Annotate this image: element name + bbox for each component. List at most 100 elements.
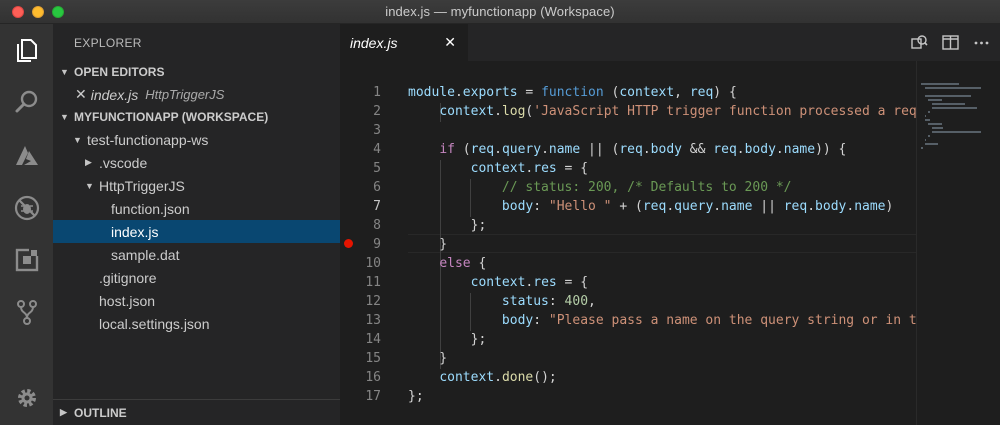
tree-item-label: host.json [99,292,156,309]
line-source: } [408,235,447,254]
open-editor-folder: HttpTriggerJS [145,87,225,102]
code-line[interactable]: 14 }; [340,330,916,349]
code-token: query [674,199,714,214]
workspace-section[interactable]: ▼ MYFUNCTIONAPP (WORKSPACE) [53,106,340,128]
code-line[interactable]: 5 context.res = { [340,159,916,178]
chevron-down-icon: ▼ [85,180,94,191]
code-token: ( [603,85,620,100]
minimap-line [924,95,972,97]
line-number: 17 [365,389,381,404]
code-token: context [619,85,675,100]
open-changes-icon[interactable] [911,34,928,51]
code-token: + ( [611,199,643,214]
code-token: } [408,237,448,252]
outline-section[interactable]: ▶ OUTLINE [53,399,340,425]
minimap-line [928,111,930,113]
line-number: 10 [365,256,381,271]
minimap-line [921,147,923,149]
code-token: req [783,199,808,214]
maximize-window-button[interactable] [52,6,64,18]
tree-item[interactable]: index.js [53,220,340,243]
line-number: 11 [365,275,381,290]
code-token: res [533,161,557,176]
code-line[interactable]: 10 else { [340,254,916,273]
tab-close-icon[interactable]: ✕ [444,34,456,51]
code-line[interactable]: 3 [340,121,916,140]
code-token: . [494,104,502,119]
code-token: = [517,85,542,100]
code-token: req [713,142,737,157]
code-token: 'JavaScript HTTP trigger function proces… [533,104,933,119]
tree-item-label: index.js [111,223,159,240]
more-actions-icon[interactable] [973,34,990,51]
chevron-down-icon: ▼ [60,112,69,122]
tree-item[interactable]: host.json [53,289,340,312]
line-number: 5 [373,161,381,176]
code-token: status [501,294,549,309]
line-source: // status: 200, /* Defaults to 200 */ [408,178,792,197]
code-line[interactable]: 11 context.res = { [340,273,916,292]
minimap-line [931,107,977,109]
close-icon[interactable]: ✕ [75,86,87,103]
chevron-right-icon: ▶ [60,407,67,417]
sidebar-title: EXPLORER [74,35,142,50]
code-line[interactable]: 7 body: "Hello " + (req.query.name || re… [340,197,916,216]
code-token: , [588,294,596,309]
line-number: 16 [365,370,381,385]
open-editors-section[interactable]: ▼ OPEN EDITORS [53,61,340,83]
code-token: }; [408,218,487,233]
code-line[interactable]: 6 // status: 200, /* Defaults to 200 */ [340,178,916,197]
line-source: module.exports = function (context, req)… [408,83,737,102]
code-token: }; [408,332,487,347]
code-token: context [439,370,495,385]
code-token: || ( [580,142,620,157]
tree-item[interactable]: function.json [53,197,340,220]
code-token: (); [533,370,557,385]
line-number: 4 [373,142,381,157]
code-line[interactable]: 4 if (req.query.name || (req.body && req… [340,140,916,159]
code-token: query [501,142,542,157]
gear-icon[interactable] [0,374,53,422]
debug-icon[interactable] [0,184,53,232]
minimap-line [928,99,942,101]
code-line[interactable]: 8 }; [340,216,916,235]
code-token: body [815,199,847,214]
code-line[interactable]: 16 context.done(); [340,368,916,387]
code-token: "Hello " [548,199,612,214]
code-token: function [541,85,604,100]
code-line[interactable]: 2 context.log('JavaScript HTTP trigger f… [340,102,932,121]
minimize-window-button[interactable] [32,6,44,18]
tree-item[interactable]: local.settings.json [53,312,340,335]
extensions-icon[interactable] [0,236,53,284]
code-line[interactable]: 1 module.exports = function (context, req… [340,83,916,102]
chevron-right-icon: ▶ [85,157,92,167]
open-editors-title: OPEN EDITORS [74,65,165,79]
search-icon[interactable] [0,78,53,126]
tab-index-js[interactable]: index.js ✕ [340,24,468,61]
azure-icon[interactable] [0,132,53,180]
code-token: req [470,142,495,157]
tree-item[interactable]: sample.dat [53,243,340,266]
code-line[interactable]: 17}; [340,387,916,406]
tree-item[interactable]: ▼ HttpTriggerJS [53,174,340,197]
chevron-down-icon: ▼ [60,67,69,77]
tree-item[interactable]: ▼ test-functionapp-ws [53,128,340,151]
tree-item[interactable]: .gitignore [53,266,340,289]
minimap[interactable] [916,61,1000,425]
code-token: if [439,142,455,157]
code-line[interactable]: 9 } [340,235,916,254]
close-window-button[interactable] [12,6,24,18]
tab-bar: index.js ✕ [340,24,1000,61]
open-editor-item[interactable]: ✕ index.js HttpTriggerJS [53,83,340,106]
code-line[interactable]: 15 } [340,349,916,368]
source-control-icon[interactable] [0,288,53,336]
split-editor-icon[interactable] [942,34,959,51]
code-line[interactable]: 12 status: 400, [340,292,916,311]
tree-item[interactable]: ▶ .vscode [53,151,340,174]
code-line[interactable]: 13 body: "Please pass a name on the quer… [340,311,932,330]
code-token: else [439,256,471,271]
explorer-icon[interactable] [0,26,53,74]
